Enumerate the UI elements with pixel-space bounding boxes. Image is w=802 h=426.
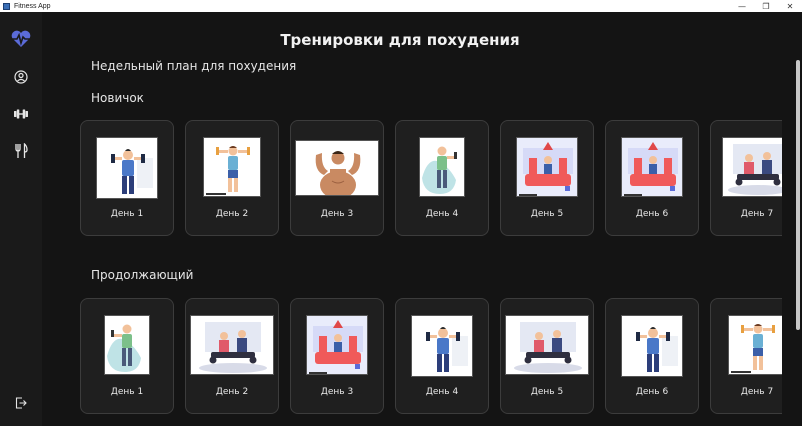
workout-illustration [203, 137, 261, 197]
maximize-button[interactable]: ❐ [754, 0, 778, 12]
main-content: Тренировки для похудения Недельный план … [42, 12, 794, 426]
workout-illustration [516, 137, 578, 197]
logout-icon[interactable] [7, 389, 35, 417]
day-card[interactable]: День 2 [185, 298, 279, 414]
day-label: День 5 [530, 387, 564, 397]
day-label: День 6 [635, 387, 669, 397]
day-label: День 4 [425, 387, 459, 397]
workout-illustration [295, 140, 379, 196]
close-button[interactable]: ✕ [778, 0, 802, 12]
day-card[interactable]: День 5 [500, 298, 594, 414]
day-card[interactable]: День 6 [605, 298, 699, 414]
day-card[interactable]: День 1 [80, 120, 174, 236]
day-card[interactable]: День 7 [710, 120, 782, 236]
workout-illustration [505, 315, 589, 375]
user-profile-icon[interactable] [7, 63, 35, 91]
day-label: День 7 [740, 209, 774, 219]
day-card[interactable]: День 3 [290, 120, 384, 236]
level-title-beginner: Новичок [91, 91, 144, 105]
day-card[interactable]: День 2 [185, 120, 279, 236]
day-card[interactable]: День 3 [290, 298, 384, 414]
workout-illustration [190, 315, 274, 375]
fork-knife-icon[interactable] [7, 137, 35, 165]
intermediate-days-row: День 1 День 2 День 3 День 4 День 5 День … [80, 298, 782, 414]
workout-illustration [96, 137, 158, 199]
window-title: Fitness App [14, 2, 51, 10]
day-label: День 3 [320, 387, 354, 397]
beginner-days-row: День 1 День 2 День 3 День 4 День 5 День … [80, 120, 782, 236]
level-title-intermediate: Продолжающий [91, 268, 194, 282]
day-card[interactable]: День 7 [710, 298, 782, 414]
scrollbar-thumb[interactable] [796, 60, 800, 330]
workout-illustration [306, 315, 368, 375]
day-label: День 4 [425, 209, 459, 219]
minimize-button[interactable]: — [730, 0, 754, 12]
day-label: День 3 [320, 209, 354, 219]
workout-illustration [728, 315, 782, 375]
app-icon [3, 2, 10, 10]
heartbeat-logo-icon[interactable] [7, 25, 35, 53]
day-label: День 2 [215, 387, 249, 397]
day-label: День 1 [110, 387, 144, 397]
workout-illustration [104, 315, 150, 375]
sidebar [0, 12, 42, 426]
day-card[interactable]: День 5 [500, 120, 594, 236]
workout-illustration [419, 137, 465, 197]
window-titlebar: Fitness App — ❐ ✕ [0, 0, 802, 12]
day-card[interactable]: День 4 [395, 120, 489, 236]
workout-illustration [621, 315, 683, 377]
day-label: День 7 [740, 387, 774, 397]
weekly-plan-subtitle: Недельный план для похудения [91, 59, 297, 73]
vertical-scrollbar[interactable] [794, 12, 802, 426]
workout-illustration [722, 137, 782, 197]
dumbbell-icon[interactable] [7, 100, 35, 128]
day-card[interactable]: День 6 [605, 120, 699, 236]
day-label: День 5 [530, 209, 564, 219]
workout-illustration [411, 315, 473, 377]
day-card[interactable]: День 4 [395, 298, 489, 414]
day-label: День 6 [635, 209, 669, 219]
day-label: День 1 [110, 209, 144, 219]
day-card[interactable]: День 1 [80, 298, 174, 414]
page-title: Тренировки для похудения [280, 31, 520, 49]
day-label: День 2 [215, 209, 249, 219]
workout-illustration [621, 137, 683, 197]
